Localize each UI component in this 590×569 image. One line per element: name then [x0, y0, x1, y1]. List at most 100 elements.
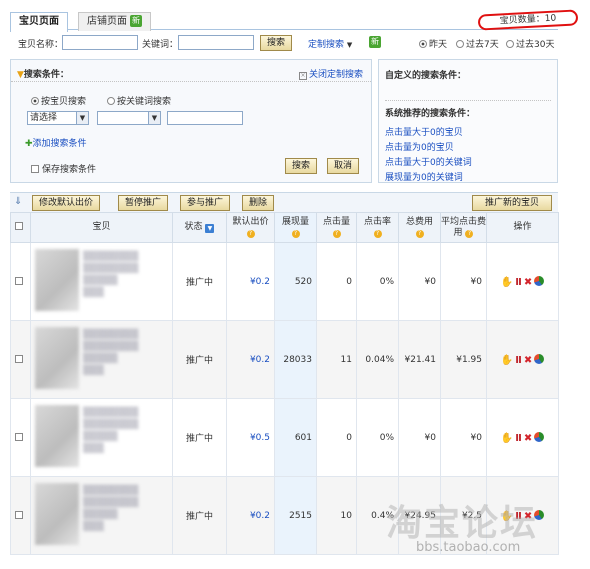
table-row: ▒▒▒▒▒▒▒▒ ▒▒▒▒▒▒▒▒ ▒▒▒▒▒ ▒▒▒ 推广中 ¥0.2 28033 11 0.…	[10, 320, 559, 399]
tab-label: 店铺页面	[87, 16, 127, 27]
bid-cell[interactable]: ¥0.2	[226, 242, 275, 321]
new-badge: 新	[130, 15, 142, 27]
col-status[interactable]: 状态 ▼	[172, 212, 227, 243]
condition-search-button[interactable]: 搜索	[285, 158, 318, 174]
panel-header: ▼搜索条件： × 关闭定制搜索	[11, 60, 371, 82]
item-cell[interactable]: ▒▒▒▒▒▒▒▒ ▒▒▒▒▒▒▒▒ ▒▒▒▒▒ ▒▒▒	[30, 320, 173, 399]
clicks-cell: 0	[316, 398, 357, 477]
action-toolbar: ⇓ 修改默认出价 暂停推广 参与推广 删除 推广新的宝贝	[10, 192, 558, 212]
condition-field-select[interactable]: 请选择 ▼	[27, 111, 89, 125]
custom-search-link[interactable]: 定制搜索 ▼	[308, 37, 352, 50]
checkbox-icon	[15, 510, 23, 519]
status-cell: 推广中	[172, 476, 227, 555]
table-header: 宝贝 状态 ▼ 默认出价? 展现量? 点击量? 点击率? 总费用? 平均点击费用…	[10, 212, 559, 243]
delete-icon[interactable]: ✖	[524, 355, 532, 366]
help-icon[interactable]: ?	[332, 229, 341, 238]
range-yesterday[interactable]: 昨天	[419, 37, 447, 50]
delete-button[interactable]: 删除	[242, 195, 275, 211]
edit-bid-icon[interactable]: ✋	[501, 433, 513, 444]
pause-button[interactable]: 暂停推广	[118, 195, 169, 211]
report-chart-icon[interactable]	[534, 509, 545, 520]
save-condition-checkbox[interactable]: 保存搜索条件	[31, 162, 96, 175]
help-icon[interactable]: ?	[373, 229, 382, 238]
keyword-input[interactable]	[178, 35, 254, 50]
custom-search-label: 定制搜索	[308, 40, 345, 50]
select-all-cell[interactable]	[10, 212, 31, 243]
add-condition-link[interactable]: ✚添加搜索条件	[25, 136, 87, 149]
close-custom-search-link[interactable]: × 关闭定制搜索	[298, 67, 363, 80]
pause-icon[interactable]: Ⅱ	[515, 511, 522, 522]
blurred-item-title: ▒▒▒▒▒▒▒▒ ▒▒▒▒▒▒▒▒ ▒▒▒▒▒ ▒▒▒	[83, 330, 139, 376]
modify-default-bid-button[interactable]: 修改默认出价	[32, 195, 101, 211]
pause-icon[interactable]: Ⅱ	[515, 433, 522, 444]
range-label: 过去7天	[466, 40, 499, 50]
edit-bid-icon[interactable]: ✋	[501, 511, 513, 522]
delete-icon[interactable]: ✖	[524, 433, 532, 444]
report-chart-icon[interactable]	[534, 353, 545, 364]
checkbox-icon	[15, 354, 23, 363]
plus-icon: ✚	[25, 139, 33, 149]
avg-cpc-cell: ¥1.95	[440, 320, 487, 399]
tab-label: 宝贝页面	[19, 16, 59, 27]
delete-icon[interactable]: ✖	[524, 277, 532, 288]
report-chart-icon[interactable]	[534, 275, 545, 286]
range-30days[interactable]: 过去30天	[506, 37, 554, 50]
promote-new-item-button[interactable]: 推广新的宝贝	[472, 195, 552, 211]
col-label: 总费用	[405, 216, 433, 227]
recommended-link[interactable]: 点击量为0的宝贝	[385, 140, 454, 153]
impressions-cell: 28033	[274, 320, 317, 399]
cost-cell: ¥21.41	[398, 320, 441, 399]
col-status-label: 状态	[184, 222, 203, 232]
item-cell[interactable]: ▒▒▒▒▒▒▒▒ ▒▒▒▒▒▒▒▒ ▒▒▒▒▒ ▒▒▒	[30, 242, 173, 321]
search-button[interactable]: 搜索	[260, 35, 293, 51]
panel-title-text: 搜索条件：	[23, 70, 69, 80]
delete-icon[interactable]: ✖	[524, 511, 532, 522]
help-icon[interactable]: ?	[415, 229, 424, 238]
row-checkbox[interactable]	[10, 398, 31, 477]
mode-by-keyword[interactable]: 按关键词搜索	[107, 94, 171, 107]
tab-shop-page[interactable]: 店铺页面新	[78, 12, 151, 31]
divider	[385, 100, 551, 101]
radio-checked-icon	[31, 97, 39, 105]
bid-cell[interactable]: ¥0.2	[226, 320, 275, 399]
impressions-cell: 601	[274, 398, 317, 477]
edit-bid-icon[interactable]: ✋	[501, 355, 513, 366]
blurred-item-title: ▒▒▒▒▒▒▒▒ ▒▒▒▒▒▒▒▒ ▒▒▒▒▒ ▒▒▒	[83, 408, 139, 454]
condition-cancel-button[interactable]: 取消	[327, 158, 360, 174]
condition-value-input[interactable]	[167, 111, 243, 125]
recommended-title: 系统推荐的搜索条件：	[385, 109, 476, 119]
pause-icon[interactable]: Ⅱ	[515, 355, 522, 366]
bid-cell[interactable]: ¥0.5	[226, 398, 275, 477]
row-checkbox[interactable]	[10, 320, 31, 399]
item-cell[interactable]: ▒▒▒▒▒▒▒▒ ▒▒▒▒▒▒▒▒ ▒▒▒▒▒ ▒▒▒	[30, 476, 173, 555]
select-arrow-icon: ⇓	[14, 196, 23, 207]
range-label: 过去30天	[516, 40, 555, 50]
table-row: ▒▒▒▒▒▒▒▒ ▒▒▒▒▒▒▒▒ ▒▒▒▒▒ ▒▒▒ 推广中 ¥0.2 2515 10 0.4…	[10, 476, 559, 555]
edit-bid-icon[interactable]: ✋	[501, 277, 513, 288]
range-7days[interactable]: 过去7天	[456, 37, 499, 50]
bid-cell[interactable]: ¥0.2	[226, 476, 275, 555]
help-icon[interactable]: ?	[246, 229, 255, 238]
add-condition-label: 添加搜索条件	[32, 139, 87, 149]
item-cell[interactable]: ▒▒▒▒▒▒▒▒ ▒▒▒▒▒▒▒▒ ▒▒▒▒▒ ▒▒▒	[30, 398, 173, 477]
recommended-link[interactable]: 点击量大于0的关键词	[385, 155, 472, 168]
tab-item-page[interactable]: 宝贝页面	[10, 12, 68, 32]
help-icon[interactable]: ?	[465, 229, 474, 238]
row-checkbox[interactable]	[10, 242, 31, 321]
join-button[interactable]: 参与推广	[180, 195, 231, 211]
item-name-input[interactable]	[62, 35, 138, 50]
help-icon[interactable]: ?	[291, 229, 300, 238]
col-clicks: 点击量?	[316, 212, 357, 243]
radio-icon	[506, 40, 514, 48]
mode-by-item[interactable]: 按宝贝搜索	[31, 94, 86, 107]
close-icon: ×	[298, 72, 307, 80]
condition-operator-select[interactable]: ▼	[97, 111, 161, 125]
recommended-link[interactable]: 展现量为0的关键词	[385, 170, 463, 183]
report-chart-icon[interactable]	[534, 431, 545, 442]
recommended-link[interactable]: 点击量大于0的宝贝	[385, 125, 463, 138]
avg-cpc-cell: ¥2.5	[440, 476, 487, 555]
pause-icon[interactable]: Ⅱ	[515, 277, 522, 288]
col-cost: 总费用?	[398, 212, 441, 243]
row-checkbox[interactable]	[10, 476, 31, 555]
ctr-cell: 0.04%	[356, 320, 399, 399]
